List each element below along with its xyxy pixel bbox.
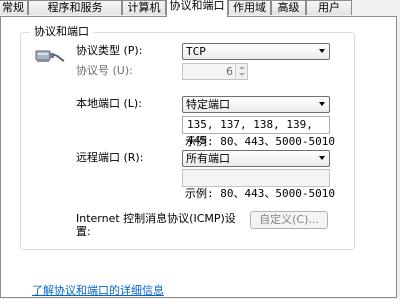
protocol-type-label: 协议类型 (P):	[76, 44, 143, 57]
icmp-label: Internet 控制消息协议(ICMP)设	[76, 212, 236, 225]
group-title: 协议和端口	[30, 25, 93, 39]
network-cable-icon	[35, 50, 65, 62]
local-port-select[interactable]: 特定端口	[182, 96, 330, 113]
icmp-label-line2: 置:	[76, 225, 91, 238]
stepper-buttons[interactable]	[235, 64, 247, 79]
learn-more-link[interactable]: 了解协议和端口的详细信息	[32, 284, 164, 298]
panel-content: 协议和端口 协议类型 (P): TCP 协议号 (U): 6 本地端口 (L):…	[0, 0, 400, 299]
protocol-type-select[interactable]: TCP	[182, 43, 330, 60]
remote-port-example: 示例: 80、443、5000-5010	[185, 187, 335, 200]
protocol-number-stepper[interactable]: 6	[182, 63, 248, 80]
local-port-label: 本地端口 (L):	[76, 97, 142, 110]
protocol-number-label: 协议号 (U):	[76, 64, 133, 77]
protocol-number-value: 6	[226, 65, 233, 78]
remote-port-select[interactable]: 所有端口	[182, 150, 330, 167]
remote-port-selected: 所有端口	[186, 152, 230, 165]
remote-port-label: 远程端口 (R):	[76, 151, 144, 164]
chevron-down-icon	[319, 102, 325, 106]
stepper-down-icon[interactable]	[239, 73, 245, 76]
customize-button[interactable]: 自定义(C)...	[250, 211, 328, 229]
protocol-type-value: TCP	[186, 45, 206, 58]
stepper-up-icon[interactable]	[239, 66, 245, 69]
local-port-selected: 特定端口	[186, 98, 230, 111]
local-port-example: 示例: 80、443、5000-5010	[185, 135, 335, 148]
chevron-down-icon	[319, 156, 325, 160]
local-port-input[interactable]: 135, 137, 138, 139, 445	[182, 116, 330, 147]
remote-port-input[interactable]	[182, 169, 330, 187]
chevron-down-icon	[319, 49, 325, 53]
